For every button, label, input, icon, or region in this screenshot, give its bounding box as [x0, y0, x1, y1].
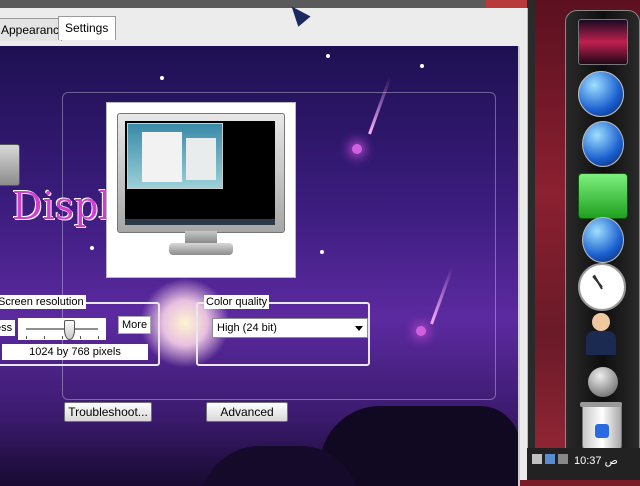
resolution-value: 1024 by 768 pixels — [2, 344, 148, 360]
screen-resolution-label: Screen resolution — [0, 295, 86, 309]
more-label: More — [118, 316, 152, 334]
slider-thumb[interactable] — [64, 320, 76, 340]
settings-panel: Displ Screen resolution ess — [0, 46, 520, 486]
monitor-icon — [117, 113, 285, 233]
slider-rail — [26, 328, 98, 330]
monitor-preview — [106, 102, 296, 278]
monitor-neck — [185, 231, 217, 243]
star — [326, 54, 330, 58]
color-quality-group: Color quality High (24 bit) — [196, 295, 370, 366]
tab-settings[interactable]: Settings — [58, 16, 116, 40]
color-quality-select[interactable]: High (24 bit) — [212, 318, 368, 338]
media-icon[interactable] — [578, 361, 626, 405]
display-properties-dialog: Appearance Settings Displ Screen resolut… — [0, 8, 528, 486]
advanced-button[interactable]: Advanced — [206, 402, 288, 422]
monitor-base — [169, 243, 233, 255]
clock-icon[interactable] — [578, 263, 626, 311]
chevron-down-icon[interactable] — [355, 326, 363, 331]
folder-icon[interactable] — [578, 173, 628, 219]
panel-title: Displ — [12, 184, 111, 228]
preview-window — [127, 123, 223, 189]
less-label: ess — [0, 320, 16, 336]
star — [160, 76, 164, 80]
preview-taskbar — [125, 219, 275, 225]
monitor-screen — [125, 121, 275, 225]
color-quality-value: High (24 bit) — [217, 322, 277, 334]
star — [420, 64, 424, 68]
tray-icon[interactable] — [532, 454, 542, 464]
display-icon — [0, 144, 20, 186]
troubleshoot-button[interactable]: Troubleshoot... — [64, 402, 152, 422]
tab-bar: Appearance Settings — [0, 16, 527, 41]
user-icon[interactable] — [578, 313, 626, 357]
recycle-bin-icon[interactable] — [580, 402, 622, 453]
tray-icon[interactable] — [558, 454, 568, 464]
screen-resolution-group: Screen resolution ess More 1024 by 768 p… — [0, 295, 160, 366]
tray-clock[interactable]: 10:37 ص — [574, 454, 618, 467]
tray-icon[interactable] — [545, 454, 555, 464]
resolution-slider[interactable] — [18, 318, 106, 340]
wallpaper-icon[interactable] — [578, 19, 628, 65]
globe-icon[interactable] — [582, 121, 624, 167]
globe-icon[interactable] — [582, 217, 624, 263]
network-globe-icon[interactable] — [578, 71, 624, 117]
window-close-button[interactable] — [486, 0, 527, 8]
color-quality-label: Color quality — [204, 295, 270, 309]
dock — [565, 10, 640, 467]
tab-appearance[interactable]: Appearance — [0, 18, 66, 41]
